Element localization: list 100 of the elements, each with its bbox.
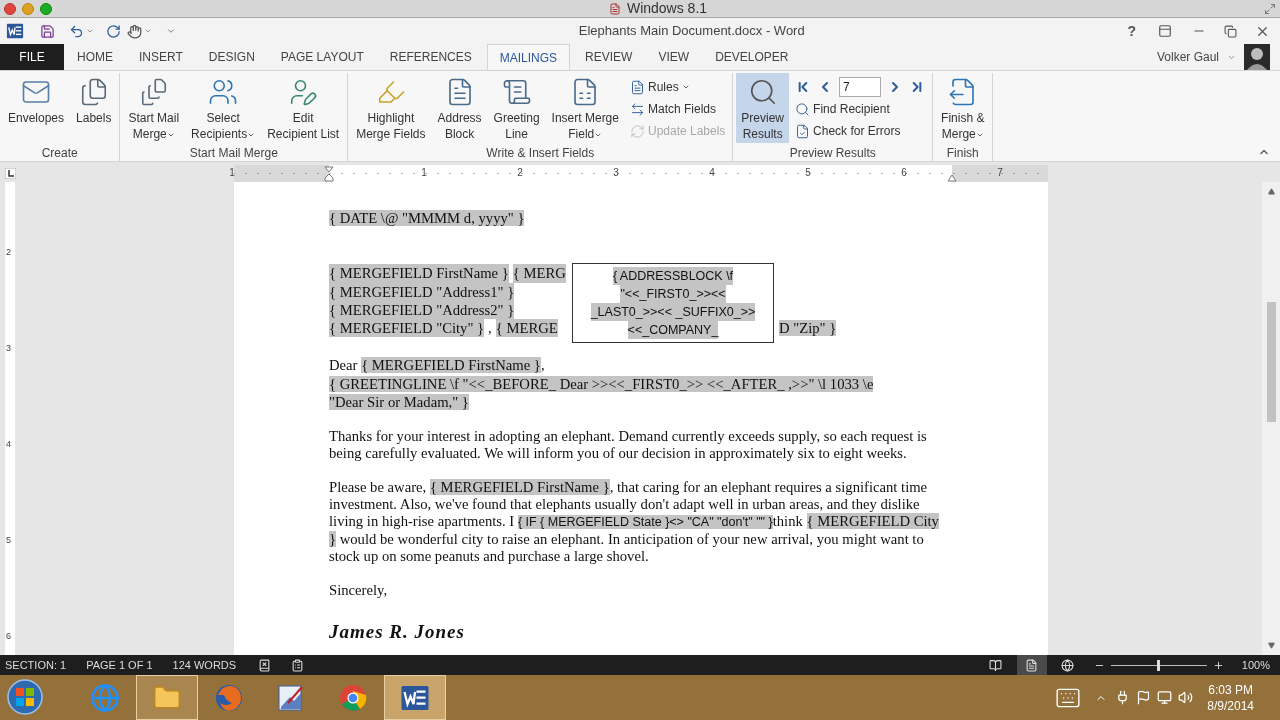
paragraph: Please be aware, { MERGEFIELD FirstName }, that caring for an elephant requires a significant time investment. Also, we've found that elephants usually don't adapt well in urban areas, and they dislike living in high-rise apartments. I { IF { MERGEFIELD State }<> "CA" "don't" "" }think { MERGEFIELD City } would be wonderful city to raise an elephant. In anticipation of your new arrival, you might want to stock up on some peanuts and purchase a large shovel. (329, 479, 940, 566)
record-field[interactable]: 7 (839, 77, 882, 97)
ribbon-button[interactable]: Labels (71, 73, 117, 143)
paint-icon (276, 682, 306, 713)
zoom-button[interactable] (40, 2, 52, 15)
group-label: Finish (945, 145, 980, 161)
section-indicator[interactable]: SECTION: 1 (5, 656, 67, 674)
ruler-number: 5 (6, 535, 11, 545)
caret-icon[interactable] (144, 27, 152, 35)
help-button[interactable]: ? (1127, 20, 1136, 42)
ribbon-tab[interactable]: DESIGN (195, 44, 268, 70)
ribbon-tab[interactable]: HOME (64, 44, 126, 70)
zoom-thumb[interactable] (1156, 659, 1160, 671)
vertical-scrollbar[interactable] (1262, 182, 1280, 655)
network-icon[interactable] (1157, 690, 1173, 705)
group-label: Start Mail Merge (188, 145, 279, 161)
zoom-level[interactable]: 100% (1241, 656, 1270, 674)
restore-icon[interactable] (1224, 24, 1237, 38)
document-icon (608, 2, 621, 15)
ribbon-button[interactable]: Find Recipient (795, 98, 926, 120)
taskbar-app[interactable] (384, 675, 446, 720)
macro-icon[interactable] (291, 658, 305, 672)
save-icon[interactable] (40, 23, 55, 39)
scroll-down-icon[interactable] (1267, 642, 1275, 649)
proofing-icon[interactable] (258, 658, 272, 672)
globe-icon (90, 682, 120, 713)
signature: James R. Jones (329, 621, 465, 644)
web-layout-icon (1061, 658, 1075, 672)
paragraph: Sincerely, (329, 582, 389, 600)
ribbon-tab[interactable]: FILE (0, 44, 64, 70)
ruler-number: 2 (517, 167, 523, 179)
ruler-number: 7 (997, 167, 1003, 179)
ribbon-button[interactable]: Insert Merge Field (546, 73, 624, 143)
document-icon (629, 79, 645, 95)
search-icon (795, 101, 811, 117)
ribbon-tab[interactable]: MAILINGS (486, 44, 571, 70)
group-label: Write & Insert Fields (485, 145, 596, 161)
volume-icon[interactable] (1178, 690, 1194, 705)
date-field: { DATE \@ "MMMM d, yyyy" } (329, 209, 947, 228)
ribbon-button[interactable]: Start Mail Merge (123, 73, 185, 143)
caret-icon[interactable] (86, 27, 94, 35)
word-count[interactable]: 124 WORDS (172, 656, 237, 674)
print-layout-icon (1025, 658, 1039, 672)
document-lines-icon (501, 77, 532, 107)
undo-icon[interactable] (69, 23, 84, 39)
user-name[interactable]: Volker Gaul (1156, 48, 1219, 66)
ribbon-button[interactable]: Greeting Line (488, 73, 545, 143)
ruler-number: 3 (6, 343, 11, 353)
ribbon-button[interactable]: Envelopes (3, 73, 70, 143)
window-title: Elephants Main Document.docx - Word (578, 22, 805, 41)
ribbon-button[interactable]: Finish & Merge (936, 73, 990, 143)
ribbon-tab[interactable]: REFERENCES (376, 44, 485, 70)
ruler-number: 1 (421, 167, 427, 179)
scroll-thumb[interactable] (1266, 302, 1276, 422)
ribbon-button[interactable]: Highlight Merge Fields (351, 73, 431, 143)
ribbon-button[interactable]: Match Fields (629, 98, 726, 120)
ruler-number: 4 (6, 439, 11, 449)
group-label: Create (40, 145, 79, 161)
arrows-icon (629, 101, 645, 117)
refresh-icon (629, 123, 645, 139)
zoom-slider[interactable] (1110, 659, 1207, 671)
page-indicator[interactable]: PAGE 1 OF 1 (86, 656, 153, 674)
ribbon-button[interactable]: Preview Results (736, 73, 790, 143)
ribbon-button[interactable]: Check for Errors (795, 120, 926, 142)
clock[interactable]: 6:03 PM 8/9/2014 (1207, 681, 1254, 714)
ribbon-display-icon[interactable] (1158, 24, 1172, 38)
scroll-up-icon[interactable] (1267, 188, 1275, 195)
ribbon-tab[interactable]: PAGE LAYOUT (267, 44, 377, 70)
ribbon-button[interactable]: Select Recipients (186, 73, 261, 143)
ribbon-tab[interactable]: DEVELOPER (702, 44, 802, 70)
chrome-icon (338, 682, 368, 713)
touch-mode-icon[interactable] (127, 23, 142, 39)
tab-stop-icon[interactable] (4, 168, 16, 179)
ribbon-button[interactable]: Edit Recipient List (262, 73, 345, 143)
ruler-number: 3 (613, 167, 619, 179)
person-pen-icon (288, 77, 319, 107)
ribbon-button[interactable]: Rules (629, 76, 726, 98)
greeting-line: Dear { MERGEFIELD FirstName }, (329, 356, 546, 375)
ribbon-tab[interactable]: VIEW (645, 44, 703, 70)
view-button[interactable] (1016, 655, 1047, 675)
ribbon-button[interactable]: Address Block (432, 73, 487, 143)
avatar (1244, 44, 1270, 70)
left-indent-handle[interactable] (324, 166, 334, 182)
close-button[interactable] (4, 2, 16, 15)
zoom-in-icon[interactable] (1212, 659, 1224, 671)
document-check-icon (795, 123, 811, 139)
flag-icon[interactable] (1136, 690, 1152, 705)
word-logo (6, 22, 24, 40)
read-mode-icon (989, 658, 1003, 672)
customize-toolbar-icon[interactable] (166, 26, 176, 36)
redo-icon[interactable] (106, 23, 121, 39)
ruler-number: 4 (709, 167, 715, 179)
host-window-title: Windows 8.1 (626, 0, 708, 18)
fox-globe-icon (214, 682, 244, 713)
paragraph: Thanks for your interest in adopting an elephant. Demand currently exceeds supply, so each request is being carefully evaluated. We will inform you of our decision in approximately six to eight weeks. (329, 428, 928, 463)
ruler-number: 2 (6, 247, 11, 257)
ruler-number: 6 (6, 631, 11, 641)
ribbon-tab[interactable]: REVIEW (572, 44, 646, 70)
fullscreen-icon[interactable] (1264, 2, 1276, 15)
ribbon-tab[interactable]: INSERT (126, 44, 196, 70)
